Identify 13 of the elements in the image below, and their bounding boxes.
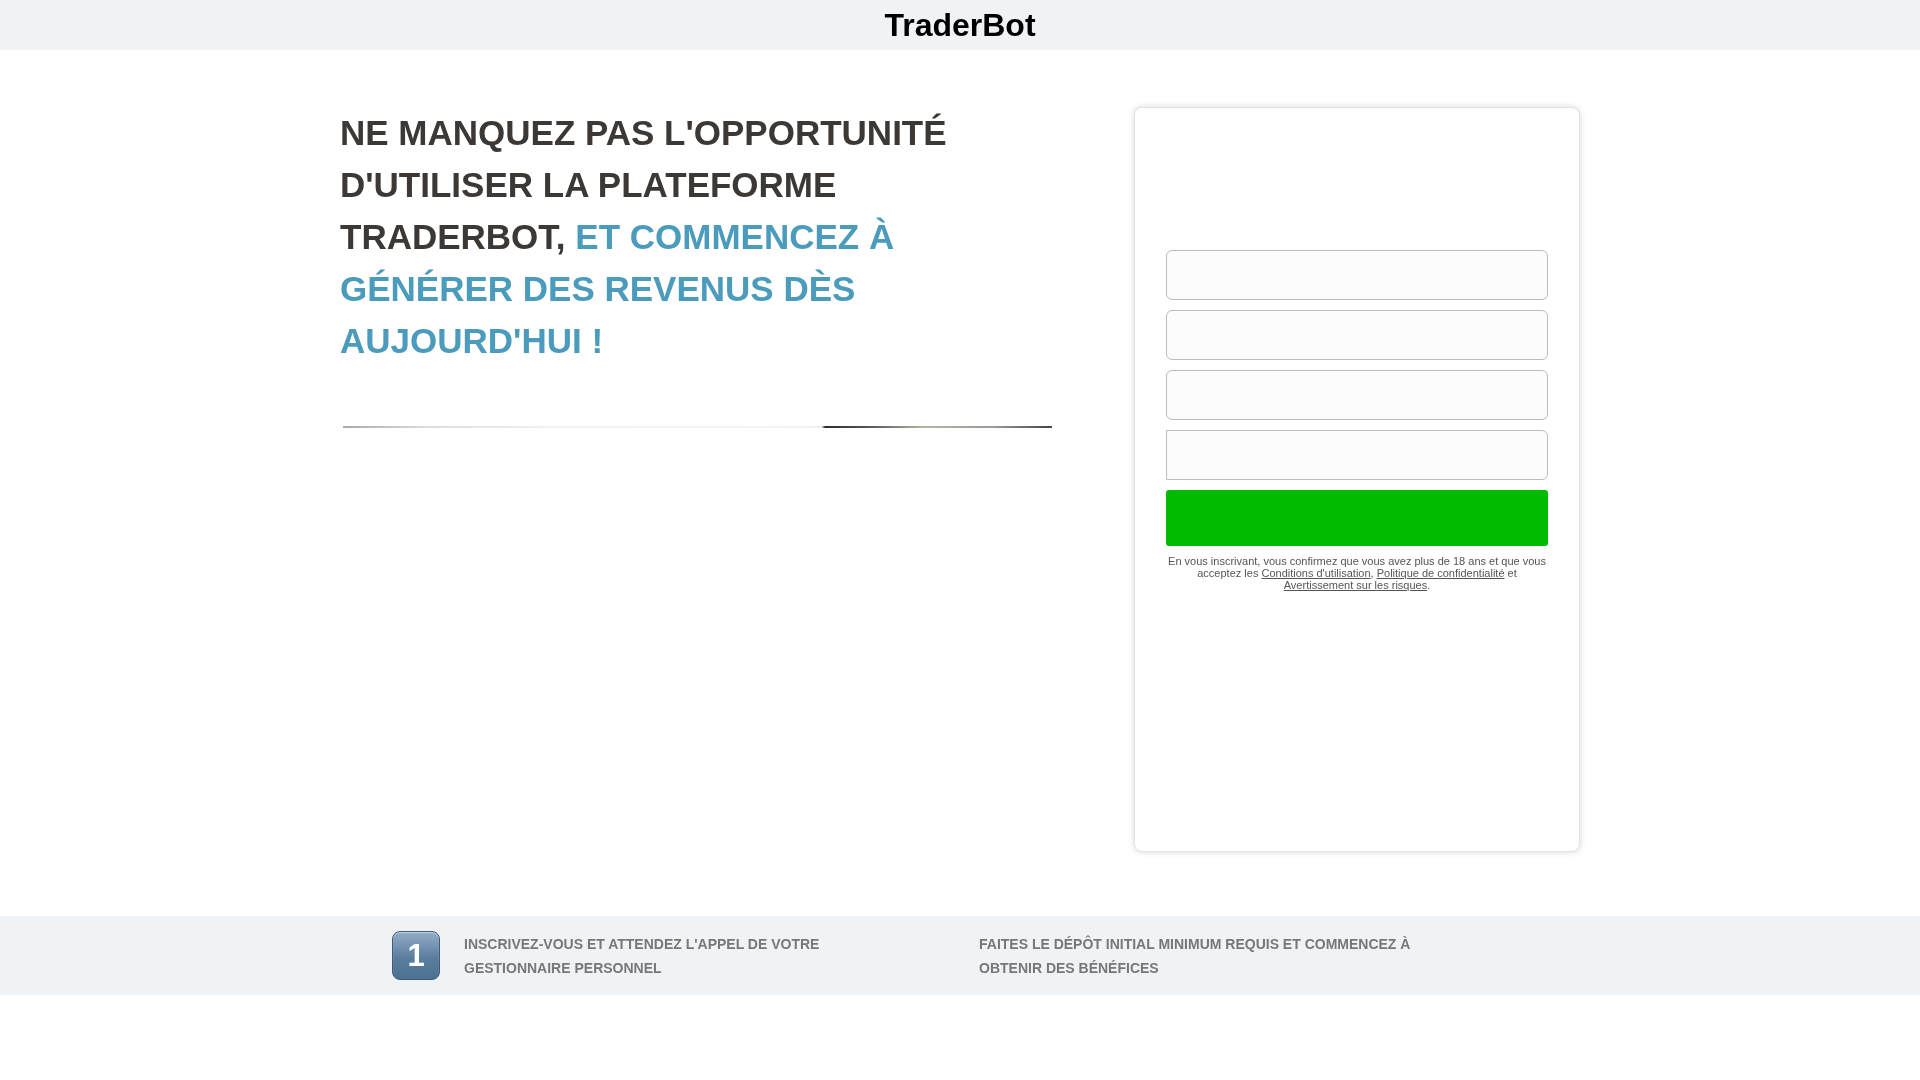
- input-field[interactable]: [1166, 310, 1548, 360]
- step-text: FAITES LE DÉPÔT INITIAL MINIMUM REQUIS ET COMMENCEZ À OBTENIR DES BÉNÉFICES: [979, 934, 1412, 978]
- disclaimer-text: En vous inscrivant, vous confirmez que vous avez plus de 18 ans et que vous acceptez les Conditions d'utilisation, Politique de confidentialité et Avertissement sur les risques.: [1167, 555, 1547, 591]
- step-text: INSCRIVEZ-VOUS ET ATTENDEZ L'APPEL DE VOTRE GESTIONNAIRE PERSONNEL: [464, 934, 821, 978]
- step-number: 1: [392, 931, 440, 980]
- phone-field[interactable]: [1166, 430, 1548, 480]
- headline: NE MANQUEZ PAS L'OPPORTUNITÉ D'UTILISER LA PLATEFORME TRADERBOT, ET COMMENCEZ À GÉNÉRER DES REVENUS DÈS AUJOURD'HUI !: [340, 112, 948, 362]
- legal-link[interactable]: Politique de confidentialité: [1376, 567, 1505, 579]
- input-field[interactable]: [1166, 250, 1548, 300]
- submit-button[interactable]: [1166, 490, 1548, 546]
- legal-link[interactable]: Conditions d'utilisation: [1261, 567, 1371, 579]
- site-title: TraderBot: [884, 6, 1036, 44]
- input-field[interactable]: [1166, 370, 1548, 420]
